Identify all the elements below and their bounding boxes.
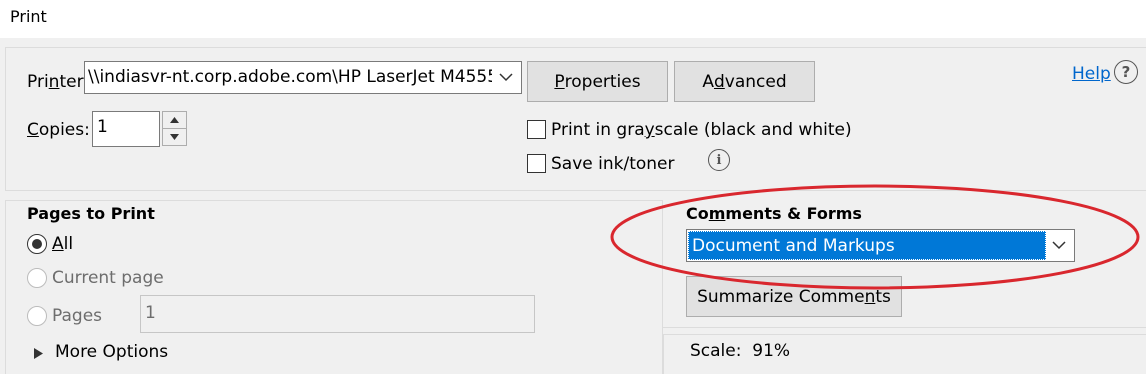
chevron-down-icon[interactable] [1044,230,1074,261]
radio-pages-label: Pages [52,306,103,326]
pages-to-print-heading: Pages to Print [27,204,155,223]
comments-forms-dropdown[interactable]: Document and Markups [686,229,1075,262]
print-dialog: Print Printer: \\indiasvr-nt.corp.adobe.… [0,0,1146,374]
comments-forms-value: Document and Markups [688,231,1046,260]
radio-all[interactable] [27,234,47,254]
printer-value: \\indiasvr-nt.corp.adobe.com\HP LaserJet… [88,67,492,87]
grayscale-label: Print in grayscale (black and white) [551,120,852,140]
info-icon[interactable]: i [708,149,730,171]
radio-all-label: All [52,234,74,254]
save-ink-checkbox[interactable] [527,154,546,173]
copies-input[interactable]: 1 [92,111,160,147]
comments-forms-heading: Comments & Forms [686,204,862,223]
scale-readout: Scale: 91% [690,341,791,361]
chevron-down-icon[interactable] [491,62,521,93]
question-circle-icon[interactable]: ? [1114,60,1138,84]
printer-dropdown[interactable]: \\indiasvr-nt.corp.adobe.com\HP LaserJet… [84,61,522,94]
advanced-button[interactable]: Ad vanced [674,61,815,102]
grayscale-checkbox[interactable] [527,120,546,139]
window-title: Print [10,7,47,26]
radio-selected-dot [32,239,42,249]
printer-label: Printer: [27,72,89,92]
properties-button[interactable]: Properties [527,61,668,102]
copies-label: Copies: [27,120,90,140]
pages-range-input[interactable]: 1 [140,295,535,333]
radio-current-page[interactable] [27,268,47,288]
radio-pages[interactable] [27,306,47,326]
title-bar [0,0,1146,38]
summarize-comments-button[interactable]: Summarize Comme n ts [686,276,902,317]
save-ink-label: Save ink/toner [551,154,675,174]
more-options-label[interactable]: More Options [55,342,168,362]
spin-down-icon[interactable] [162,128,187,146]
spin-up-icon[interactable] [162,111,187,129]
help-link[interactable]: Help [1072,64,1111,84]
expand-triangle-icon[interactable] [34,344,43,364]
radio-current-page-label: Current page [52,268,164,288]
